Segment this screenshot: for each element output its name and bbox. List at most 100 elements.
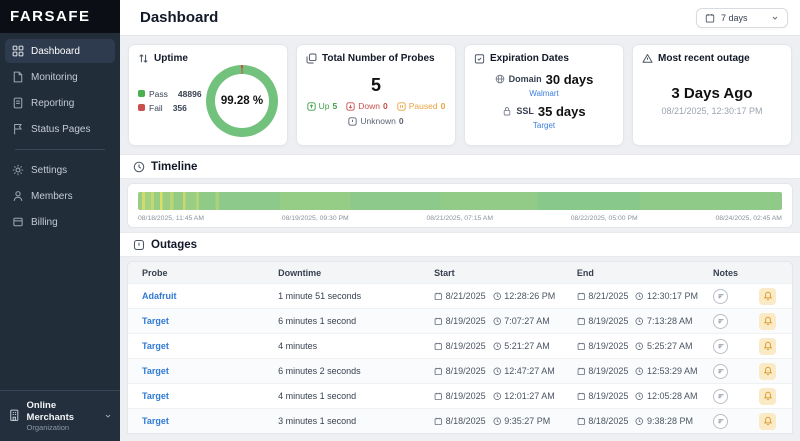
start-date: 8/19/2025 [446, 341, 486, 351]
alert-bell-button[interactable] [759, 338, 776, 355]
sidebar: FARSAFE Dashboard Monitoring Reporting S… [0, 0, 120, 441]
probe-link[interactable]: Target [142, 316, 169, 326]
comment-icon [717, 317, 725, 325]
org-switcher[interactable]: Online Merchants Organization [0, 390, 120, 441]
clock-icon [635, 292, 644, 301]
probe-down-value: 0 [383, 101, 388, 111]
domain-probe-link[interactable]: Walmart [529, 89, 558, 98]
sidebar-item-members[interactable]: Members [5, 184, 115, 208]
end-time: 5:25:27 AM [647, 341, 693, 351]
probe-link[interactable]: Target [142, 416, 169, 426]
uptime-card: Uptime Pass 48896 Fail 356 [128, 44, 288, 146]
sidebar-item-dashboard[interactable]: Dashboard [5, 39, 115, 63]
calendar-icon [577, 417, 586, 426]
probe-link[interactable]: Target [142, 341, 169, 351]
calendar-icon [434, 342, 443, 351]
notes-button[interactable] [713, 414, 728, 429]
downtime-cell: 3 minutes 1 second [264, 416, 420, 426]
billing-icon [12, 216, 24, 228]
end-time: 12:05:28 AM [647, 391, 698, 401]
dashboard-grid-icon [12, 45, 24, 57]
end-time: 12:53:29 AM [647, 366, 698, 376]
ssl-probe-link[interactable]: Target [533, 121, 555, 130]
start-cell: 8/21/2025 12:28:26 PM [420, 291, 563, 301]
clock-icon [635, 392, 644, 401]
notes-button[interactable] [713, 314, 728, 329]
col-notes: Notes [699, 268, 755, 278]
monitoring-icon [12, 71, 24, 83]
notes-button[interactable] [713, 364, 728, 379]
date-range-value: 7 days [721, 13, 748, 23]
comment-icon [717, 342, 725, 350]
start-time: 5:21:27 AM [504, 341, 550, 351]
downtime-cell: 1 minute 51 seconds [264, 291, 420, 301]
table-row: Target 4 minutes 8/19/2025 5:21:27 AM 8/… [128, 333, 792, 358]
alert-bell-button[interactable] [759, 388, 776, 405]
clock-icon [635, 342, 644, 351]
uptime-legend: Pass 48896 Fail 356 [138, 85, 202, 117]
sidebar-item-settings[interactable]: Settings [5, 158, 115, 182]
probe-link[interactable]: Target [142, 366, 169, 376]
table-row: Target 6 minutes 1 second 8/19/2025 7:07… [128, 308, 792, 333]
ssl-label: SSL [516, 106, 534, 116]
end-time: 7:13:28 AM [647, 316, 693, 326]
building-icon [8, 409, 21, 423]
end-time: 9:38:28 PM [647, 416, 693, 426]
recent-outage-card: Most recent outage 3 Days Ago 08/21/2025… [632, 44, 792, 146]
timeline-bar[interactable] [138, 192, 782, 210]
expirations-card: Expiration Dates Domain 30 days Walmart … [464, 44, 624, 146]
outage-timestamp: 08/21/2025, 12:30:17 PM [661, 106, 762, 116]
sidebar-item-billing[interactable]: Billing [5, 210, 115, 234]
notes-button[interactable] [713, 339, 728, 354]
bell-icon [763, 316, 773, 326]
start-cell: 8/19/2025 12:01:27 AM [420, 391, 563, 401]
probe-link[interactable]: Target [142, 391, 169, 401]
probe-link[interactable]: Adafruit [142, 291, 177, 301]
sidebar-item-reporting[interactable]: Reporting [5, 91, 115, 115]
start-time: 12:28:26 PM [504, 291, 555, 301]
alert-bell-button[interactable] [759, 413, 776, 430]
uptime-percent: 99.28 % [221, 95, 263, 107]
up-down-arrows-icon [138, 53, 149, 64]
timeline-tick: 08/21/2025, 07:15 AM [426, 215, 493, 222]
clock-icon [493, 317, 502, 326]
alert-bell-button[interactable] [759, 363, 776, 380]
main-content: Dashboard 7 days Uptime [120, 0, 800, 441]
timeline-title: Timeline [151, 161, 197, 173]
alert-bell-button[interactable] [759, 313, 776, 330]
calendar-icon [577, 342, 586, 351]
end-date: 8/18/2025 [588, 416, 628, 426]
clock-icon [493, 292, 502, 301]
sidebar-item-label: Settings [31, 165, 67, 176]
timeline-tick: 08/22/2025, 05:00 PM [571, 215, 638, 222]
pass-value: 48896 [178, 89, 202, 99]
date-range-selector[interactable]: 7 days [696, 8, 788, 28]
comment-icon [717, 292, 725, 300]
clock-icon [635, 317, 644, 326]
calendar-icon [577, 292, 586, 301]
alert-square-icon [133, 239, 145, 251]
comment-icon [717, 367, 725, 375]
sidebar-item-label: Dashboard [31, 46, 80, 57]
fail-color-dot [138, 104, 145, 111]
card-title: Most recent outage [658, 53, 750, 64]
sidebar-item-monitoring[interactable]: Monitoring [5, 65, 115, 89]
domain-days: 30 days [546, 72, 594, 87]
end-date: 8/19/2025 [588, 391, 628, 401]
start-cell: 8/19/2025 7:07:27 AM [420, 316, 563, 326]
notes-button[interactable] [713, 289, 728, 304]
sidebar-item-status-pages[interactable]: Status Pages [5, 117, 115, 141]
notes-button[interactable] [713, 389, 728, 404]
bell-icon [763, 391, 773, 401]
start-time: 12:01:27 AM [504, 391, 555, 401]
probe-unknown-icon [348, 117, 357, 126]
start-cell: 8/18/2025 9:35:27 PM [420, 416, 563, 426]
calendar-icon [434, 317, 443, 326]
reporting-icon [12, 97, 24, 109]
probe-down-icon [346, 102, 355, 111]
clock-icon [493, 367, 502, 376]
alert-bell-button[interactable] [759, 288, 776, 305]
end-cell: 8/18/2025 9:38:28 PM [563, 416, 699, 426]
stat-cards-row: Uptime Pass 48896 Fail 356 [120, 36, 800, 154]
timeline-ticks: 08/18/2025, 11:45 AM 08/19/2025, 09:30 P… [138, 215, 782, 222]
